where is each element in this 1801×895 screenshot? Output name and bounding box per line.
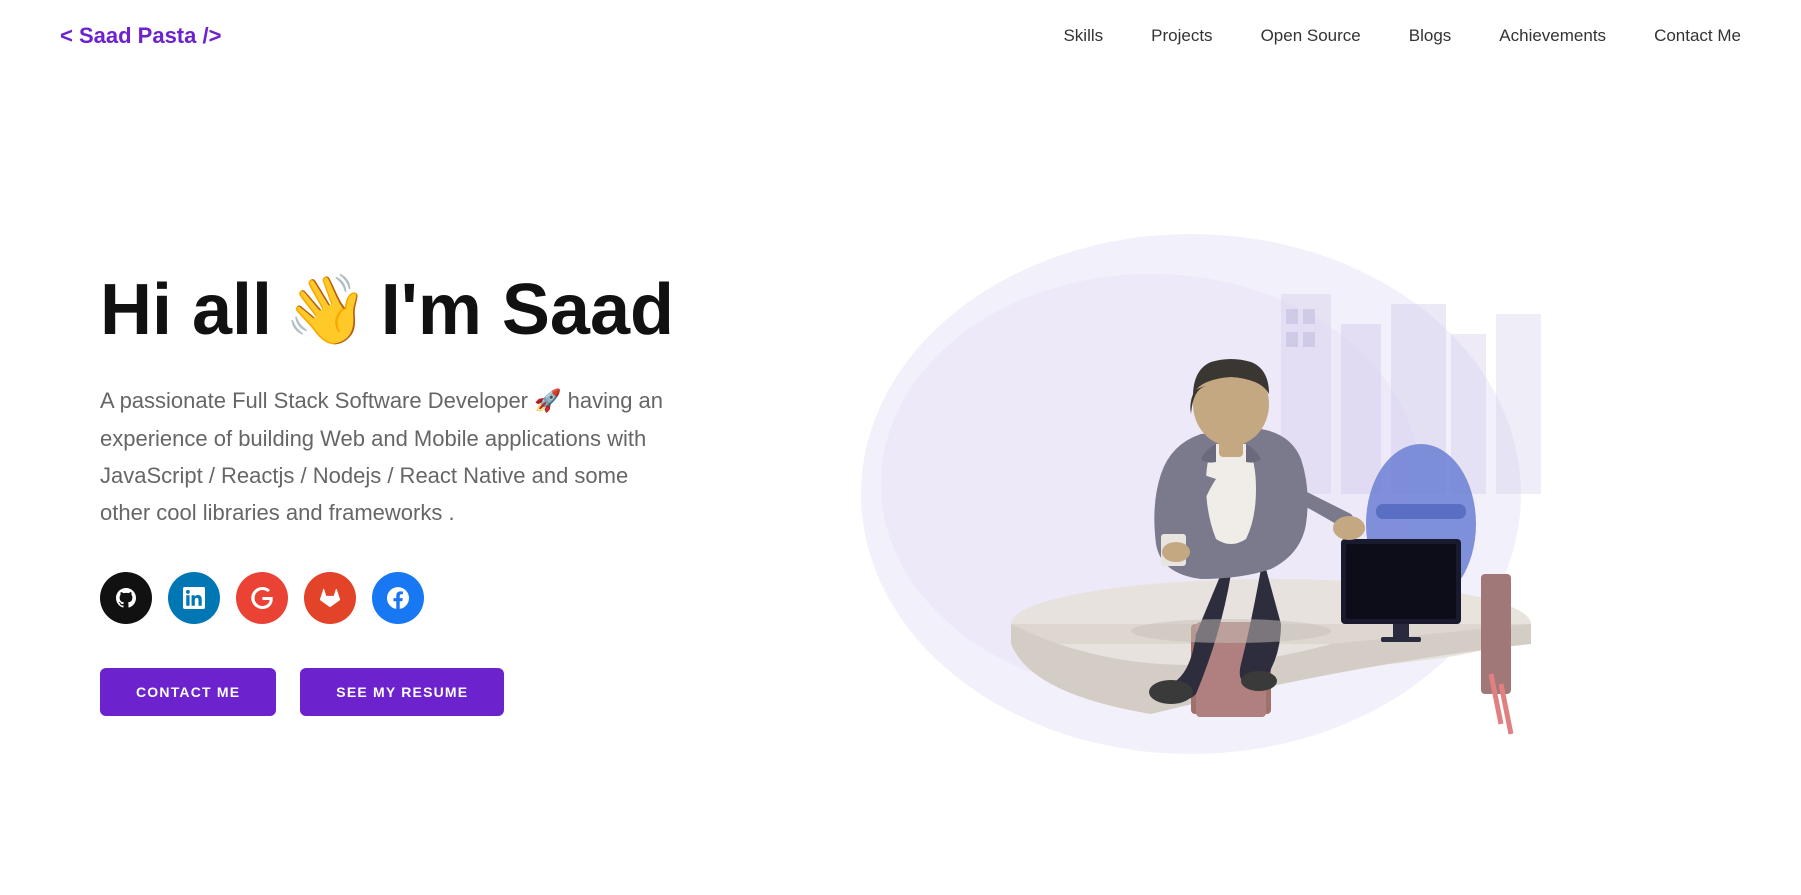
nav-link-contact[interactable]: Contact Me xyxy=(1654,26,1741,45)
main-content: Hi all 👋 I'm Saad A passionate Full Stac… xyxy=(0,72,1801,895)
hero-title: Hi all 👋 I'm Saad xyxy=(100,271,680,350)
nav-logo[interactable]: < Saad Pasta /> xyxy=(60,23,221,49)
nav-link-skills[interactable]: Skills xyxy=(1063,26,1103,45)
wave-emoji: 👋 xyxy=(284,273,369,348)
social-linkedin[interactable] xyxy=(168,572,220,624)
hero-left: Hi all 👋 I'm Saad A passionate Full Stac… xyxy=(100,271,680,716)
social-facebook[interactable] xyxy=(372,572,424,624)
social-gitlab[interactable] xyxy=(304,572,356,624)
hero-illustration xyxy=(680,194,1701,794)
illustration-container xyxy=(801,194,1581,794)
nav-link-achievements[interactable]: Achievements xyxy=(1499,26,1606,45)
nav-links-list: Skills Projects Open Source Blogs Achiev… xyxy=(1063,26,1741,46)
social-google[interactable] xyxy=(236,572,288,624)
contact-me-button[interactable]: CONTACT ME xyxy=(100,668,276,716)
nav-link-opensource[interactable]: Open Source xyxy=(1261,26,1361,45)
nav-link-projects[interactable]: Projects xyxy=(1151,26,1212,45)
navbar: < Saad Pasta /> Skills Projects Open Sou… xyxy=(0,0,1801,72)
desk-scene-svg xyxy=(801,194,1581,794)
hero-buttons: CONTACT ME SEE MY RESUME xyxy=(100,668,680,716)
hero-description: A passionate Full Stack Software Develop… xyxy=(100,382,680,532)
social-icons-row xyxy=(100,572,680,624)
social-github[interactable] xyxy=(100,572,152,624)
name-text: I'm Saad xyxy=(381,271,674,350)
nav-link-blogs[interactable]: Blogs xyxy=(1409,26,1452,45)
greeting-text: Hi all xyxy=(100,271,272,350)
see-resume-button[interactable]: SEE MY RESUME xyxy=(300,668,504,716)
